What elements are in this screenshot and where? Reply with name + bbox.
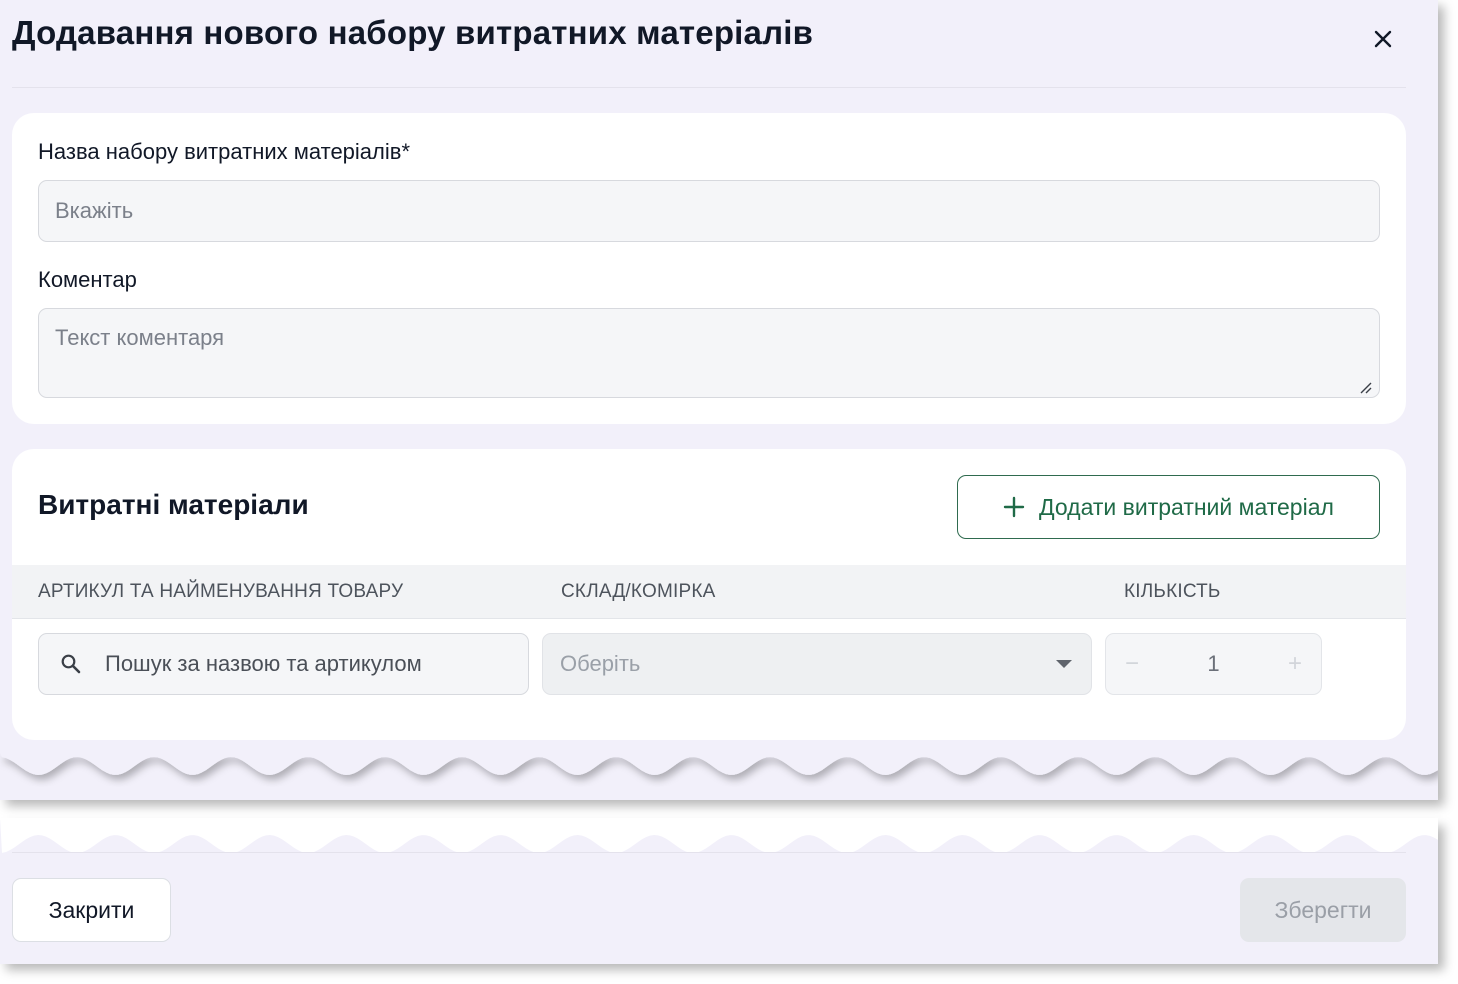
quantity-value[interactable]: 1 [1207,651,1219,677]
torn-edge-top [0,752,1438,775]
product-search-input[interactable] [103,650,503,678]
add-material-label: Додати витратний матеріал [1039,493,1334,520]
plus-icon [1003,496,1025,518]
column-header-quantity: КІЛЬКІСТЬ [1124,581,1221,602]
header-divider [12,87,1406,88]
close-button[interactable]: Закрити [12,878,171,942]
close-icon [1374,30,1392,48]
comment-field-label: Коментар [38,267,137,292]
warehouse-select-value: Оберіть [560,651,641,676]
modal-dialog: Додавання нового набору витратних матері… [0,0,1438,800]
search-icon [59,652,83,676]
materials-section-title: Витратні матеріали [38,489,309,520]
modal-title: Додавання нового набору витратних матері… [12,14,814,51]
decrement-button[interactable]: − [1122,650,1142,678]
column-header-product: АРТИКУЛ ТА НАЙМЕНУВАННЯ ТОВАРУ [38,581,404,602]
table-header: АРТИКУЛ ТА НАЙМЕНУВАННЯ ТОВАРУ СКЛАД/КОМ… [12,565,1406,619]
set-details-card: Назва набору витратних матеріалів* Комен… [12,113,1406,424]
add-material-button[interactable]: Додати витратний матеріал [957,475,1380,539]
torn-edge-bottom [0,818,1438,853]
product-search-field[interactable] [38,633,529,695]
warehouse-select[interactable]: Оберіть [542,633,1092,695]
materials-card: Витратні матеріали Додати витратний мате… [12,449,1406,740]
name-field-label: Назва набору витратних матеріалів* [38,139,411,164]
quantity-stepper: − 1 + [1105,633,1322,695]
resize-handle-icon[interactable] [1358,380,1372,394]
close-modal-button[interactable] [1366,22,1400,56]
set-name-input[interactable] [38,180,1380,242]
column-header-warehouse: СКЛАД/КОМІРКА [561,581,716,602]
save-button[interactable]: Зберегти [1240,878,1406,942]
chevron-down-icon [1056,660,1072,668]
comment-textarea[interactable] [38,308,1380,398]
increment-button[interactable]: + [1285,650,1305,678]
page: Додавання нового набору витратних матері… [0,0,1458,984]
footer-divider [12,852,1406,853]
